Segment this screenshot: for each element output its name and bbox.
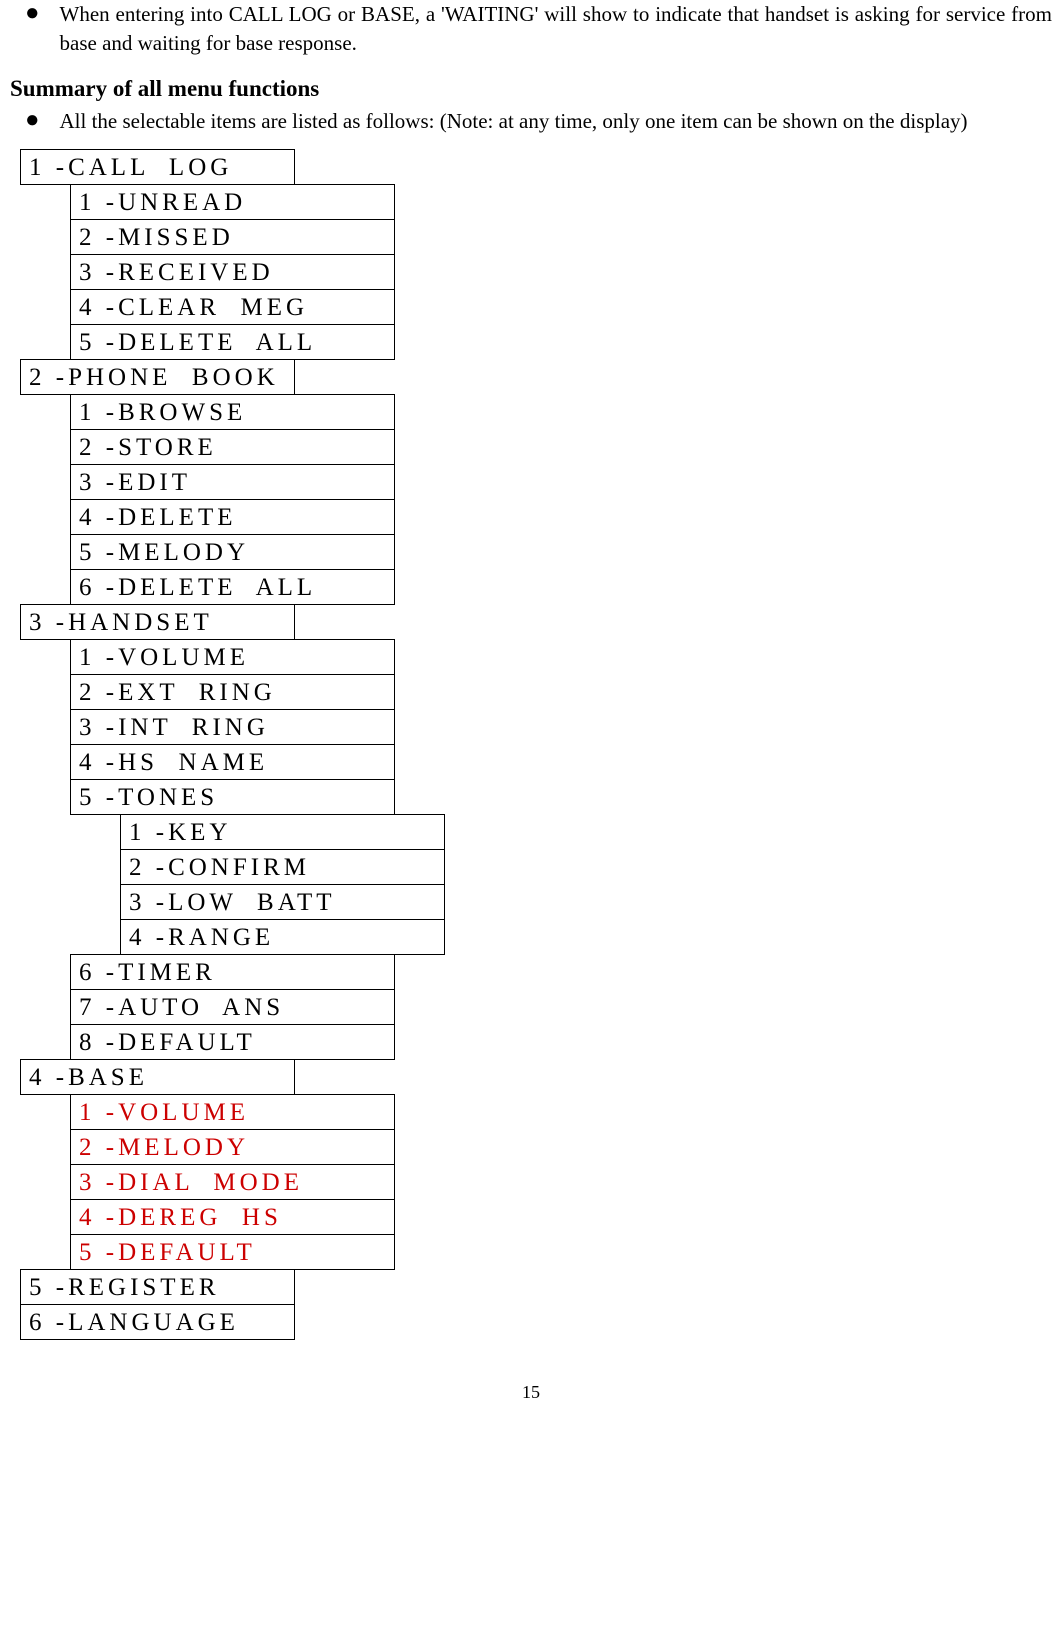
menu-item: 2 -STORE [70,429,395,465]
menu-item: 5 -TONES [70,779,395,815]
summary-text: All the selectable items are listed as f… [60,107,1053,136]
menu-item: 5 -DELETE ALL [70,324,395,360]
bullet-icon: ● [25,107,40,133]
menu-item: 4 -DEREG HS [70,1199,395,1235]
menu-item: 1 -UNREAD [70,184,395,220]
menu-item: 2 -MISSED [70,219,395,255]
page-number: 15 [10,1380,1052,1405]
menu-item: 5 -DEFAULT [70,1234,395,1270]
intro-bullet: ● When entering into CALL LOG or BASE, a… [25,0,1052,59]
summary-bullet: ● All the selectable items are listed as… [25,107,1052,136]
menu-item: 4 -DELETE [70,499,395,535]
bullet-icon: ● [25,0,40,26]
menu-item: 4 -BASE [20,1059,295,1095]
menu-item: 3 -LOW BATT [120,884,445,920]
intro-text: When entering into CALL LOG or BASE, a '… [60,0,1053,59]
menu-item: 7 -AUTO ANS [70,989,395,1025]
menu-item: 6 -TIMER [70,954,395,990]
menu-item: 8 -DEFAULT [70,1024,395,1060]
menu-tree: 1 -CALL LOG1 -UNREAD2 -MISSED3 -RECEIVED… [10,149,1052,1340]
menu-item: 5 -REGISTER [20,1269,295,1305]
menu-item: 3 -DIAL MODE [70,1164,395,1200]
menu-item: 2 -CONFIRM [120,849,445,885]
menu-item: 6 -DELETE ALL [70,569,395,605]
menu-item: 3 -EDIT [70,464,395,500]
menu-item: 1 -VOLUME [70,1094,395,1130]
menu-item: 1 -BROWSE [70,394,395,430]
menu-item: 4 -HS NAME [70,744,395,780]
menu-item: 1 -KEY [120,814,445,850]
menu-item: 1 -VOLUME [70,639,395,675]
menu-item: 4 -CLEAR MEG [70,289,395,325]
menu-item: 6 -LANGUAGE [20,1304,295,1340]
menu-item: 3 -HANDSET [20,604,295,640]
menu-item: 4 -RANGE [120,919,445,955]
menu-item: 2 -MELODY [70,1129,395,1165]
summary-heading: Summary of all menu functions [10,73,1052,105]
menu-item: 3 -RECEIVED [70,254,395,290]
menu-item: 1 -CALL LOG [20,149,295,185]
menu-item: 3 -INT RING [70,709,395,745]
menu-item: 5 -MELODY [70,534,395,570]
menu-item: 2 -PHONE BOOK [20,359,295,395]
menu-item: 2 -EXT RING [70,674,395,710]
